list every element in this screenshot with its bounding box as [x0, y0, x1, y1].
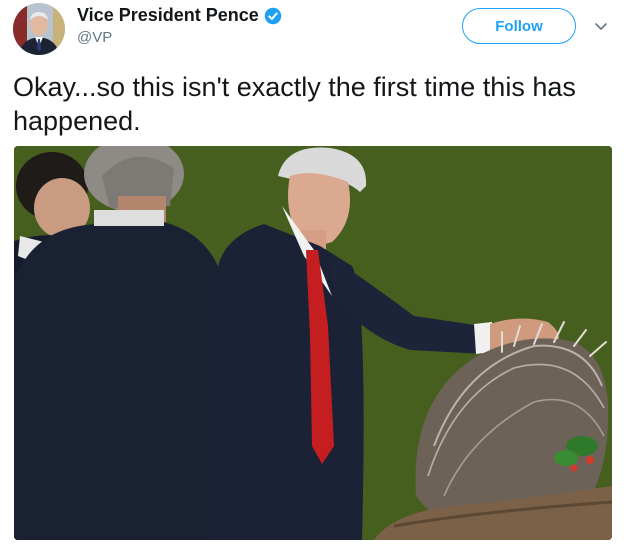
- tweet-text: Okay...so this isn't exactly the first t…: [13, 72, 576, 136]
- avatar[interactable]: [13, 3, 65, 55]
- chevron-down-icon[interactable]: [593, 18, 609, 34]
- author-row: Vice President Pence: [77, 5, 282, 26]
- verified-badge-icon: [264, 7, 282, 24]
- author-handle[interactable]: @VP: [77, 29, 112, 46]
- follow-button[interactable]: Follow: [462, 8, 576, 44]
- author-name[interactable]: Vice President Pence: [77, 5, 259, 26]
- tweet-photo[interactable]: [14, 146, 612, 540]
- tweet-card: Vice President Pence @VP Follow Okay...s…: [0, 0, 624, 551]
